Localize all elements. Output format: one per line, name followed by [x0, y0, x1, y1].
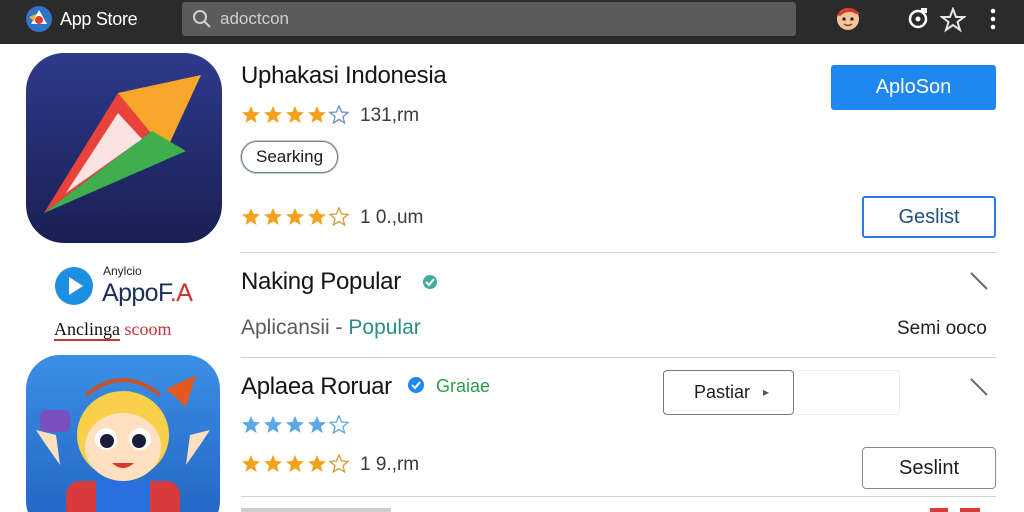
- app-title-aplaea[interactable]: Aplaea Roruar: [241, 373, 392, 401]
- app-title-naking[interactable]: Naking Popular: [241, 268, 401, 296]
- brand-logo: Anylcio AppoF.A: [54, 262, 214, 312]
- app-size: Semi ooco: [897, 318, 987, 339]
- brand-footer-accent: scoom: [124, 319, 172, 339]
- dismiss-icon[interactable]: [968, 270, 990, 292]
- rating-count: 1 0.,um: [360, 207, 424, 228]
- rating-count: 1 9.,rm: [360, 454, 420, 475]
- app-store-logo-icon[interactable]: [25, 5, 53, 33]
- rating-stars: [242, 454, 350, 474]
- verified-badge-icon: [423, 275, 437, 289]
- app-title-uphakasi[interactable]: Uphakasi Indonesia: [241, 62, 447, 90]
- search-icon[interactable]: [192, 9, 212, 29]
- next-row-badge-peek: [930, 508, 980, 512]
- more-vertical-icon[interactable]: [983, 6, 1003, 32]
- rating-stars: [242, 207, 350, 227]
- app-tag: Graiae: [436, 376, 491, 396]
- brand-name: AppoF.A: [102, 279, 193, 308]
- brand-footer-main: Anclinga: [54, 319, 120, 341]
- app-subtitle-main: Aplicansii: [241, 316, 330, 339]
- dismiss-icon[interactable]: [968, 376, 990, 398]
- details-button[interactable]: Geslist: [862, 196, 996, 238]
- brand-name-accent: .A: [169, 279, 193, 307]
- app-subtitle: Aplicansii - Popular: [241, 316, 421, 340]
- next-row-peek: [241, 508, 391, 512]
- select-button[interactable]: Seslint: [862, 447, 996, 489]
- refresh-icon[interactable]: [906, 6, 930, 30]
- search-input[interactable]: [220, 7, 740, 31]
- play-icon: [55, 267, 93, 305]
- preview-arrow-icon: ▸: [763, 385, 770, 399]
- bookmark-star-icon[interactable]: [940, 7, 966, 33]
- top-bar: App Store: [0, 0, 1024, 44]
- rating-stars: [242, 105, 350, 125]
- category-chip[interactable]: Searking: [241, 141, 339, 173]
- brand-small-text: Anylcio: [103, 264, 142, 278]
- app-subtitle-accent: Popular: [348, 316, 421, 339]
- rating-count: 131,rm: [360, 105, 420, 126]
- app-icon-uphakasi[interactable]: [26, 53, 222, 243]
- divider: [241, 252, 996, 253]
- preview-button[interactable]: Pastiar ▸: [663, 370, 794, 415]
- brand-footer: Anclinga scoom: [54, 319, 172, 341]
- verified-badge-icon: [408, 377, 424, 393]
- rating-stars-secondary: [242, 415, 350, 435]
- search-bar[interactable]: [182, 2, 966, 36]
- app-name[interactable]: App Store: [60, 9, 138, 30]
- preview-button-label: Pastiar: [694, 382, 751, 402]
- brand-name-main: AppoF: [102, 279, 170, 307]
- preview-button-extension: [794, 370, 900, 415]
- divider: [241, 496, 996, 497]
- app-icon-mascot[interactable]: [26, 355, 220, 512]
- app-subtitle-separator: -: [329, 316, 349, 339]
- install-button[interactable]: AploSon: [831, 65, 996, 110]
- user-avatar[interactable]: [833, 3, 863, 33]
- divider: [241, 357, 996, 358]
